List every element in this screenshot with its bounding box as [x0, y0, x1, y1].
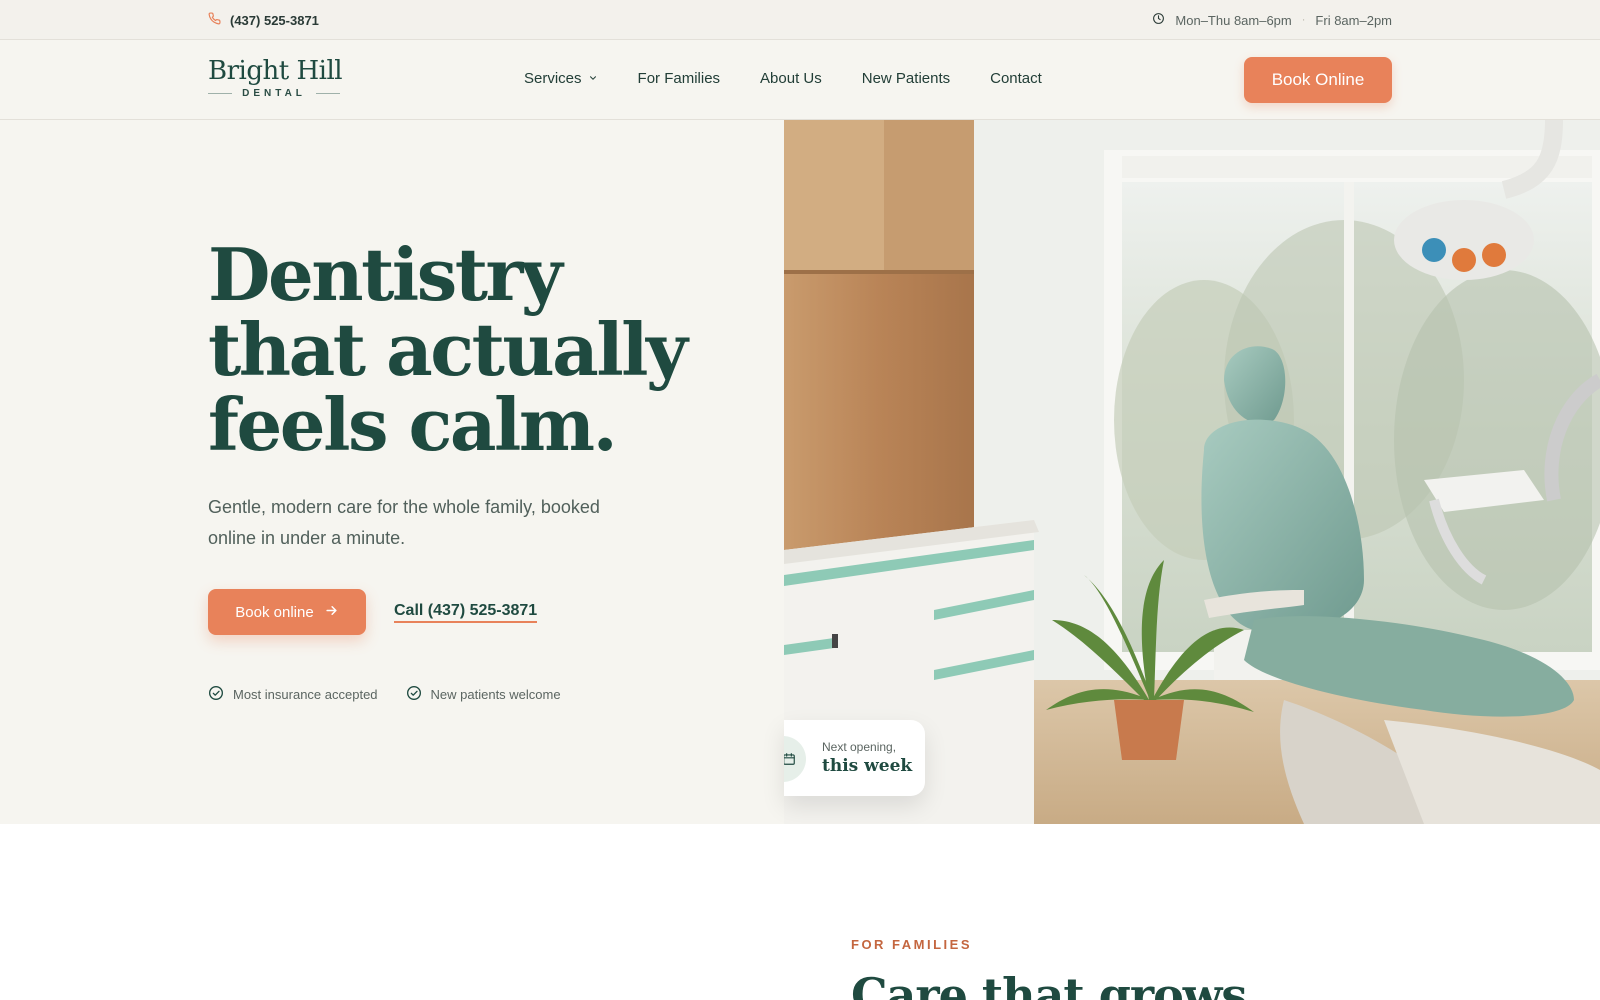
hours-friday: Fri 8am–2pm — [1315, 12, 1392, 28]
calendar-icon — [784, 736, 806, 782]
hours-weekday: Mon–Thu 8am–6pm — [1175, 12, 1292, 28]
book-online-label: Book online — [235, 603, 314, 621]
for-families-section — [0, 824, 1600, 1000]
badge-label: New patients welcome — [430, 687, 561, 702]
logo-tagline: DENTAL — [242, 88, 306, 99]
check-circle-icon — [406, 685, 422, 704]
hours-separator: · — [1301, 14, 1306, 26]
call-phone-link[interactable]: Call (437) 525-3871 — [394, 602, 538, 623]
nav-item-about-us[interactable]: About Us — [760, 70, 822, 87]
book-online-button[interactable]: Book online — [208, 589, 366, 635]
next-opening-card: Next opening, this week — [784, 720, 925, 796]
trust-badges: Most insurance accepted New patients wel… — [208, 685, 561, 704]
logo[interactable]: Bright Hill DENTAL — [208, 56, 343, 99]
phone-icon — [208, 12, 221, 28]
topbar-phone-text: (437) 525-3871 — [230, 12, 319, 28]
utility-bar: (437) 525-3871 Mon–Thu 8am–6pm · Fri 8am… — [0, 0, 1600, 40]
nav-item-label: Services — [524, 70, 582, 87]
hero-title: Dentistry that actually feels calm. — [208, 232, 688, 467]
section-eyebrow: FOR FAMILIES — [851, 937, 972, 952]
nav-item-new-patients[interactable]: New Patients — [862, 70, 950, 87]
topbar-phone-link[interactable]: (437) 525-3871 — [208, 12, 319, 28]
hero-subtitle: Gentle, modern care for the whole family… — [208, 497, 600, 548]
logo-subline: DENTAL — [208, 88, 340, 99]
badge-label: Most insurance accepted — [233, 687, 378, 702]
office-hours: Mon–Thu 8am–6pm · Fri 8am–2pm — [1152, 12, 1392, 28]
logo-rule-right — [315, 93, 340, 94]
logo-name: Bright Hill — [208, 56, 343, 86]
clock-icon — [1152, 12, 1165, 28]
next-opening-label: Next opening, — [822, 740, 897, 754]
hero-title-line-2: that actually — [208, 307, 688, 392]
hero-text-panel — [0, 120, 784, 824]
nav-item-for-families[interactable]: For Families — [638, 70, 721, 87]
chevron-down-icon — [588, 70, 598, 87]
hero-title-line-1: Dentistry — [208, 232, 563, 317]
main-nav: Bright Hill DENTAL Services For Families… — [0, 40, 1600, 120]
nav-item-contact[interactable]: Contact — [990, 70, 1042, 87]
nav-item-services[interactable]: Services — [524, 70, 598, 87]
hero-title-line-3: feels calm. — [208, 382, 618, 467]
dental-room-illustration — [784, 120, 1600, 824]
hero-photo-dental-room — [784, 120, 1600, 824]
check-circle-icon — [208, 685, 224, 704]
nav-menu: Services For Families About Us New Patie… — [524, 70, 1042, 87]
book-online-nav-button[interactable]: Book Online — [1244, 57, 1392, 103]
badge-new-patients: New patients welcome — [406, 685, 561, 704]
badge-insurance: Most insurance accepted — [208, 685, 378, 704]
next-opening-value: this week — [822, 756, 913, 776]
section-title: Care that grows — [851, 968, 1247, 1000]
logo-rule-left — [208, 93, 233, 94]
arrow-right-icon — [324, 603, 339, 622]
